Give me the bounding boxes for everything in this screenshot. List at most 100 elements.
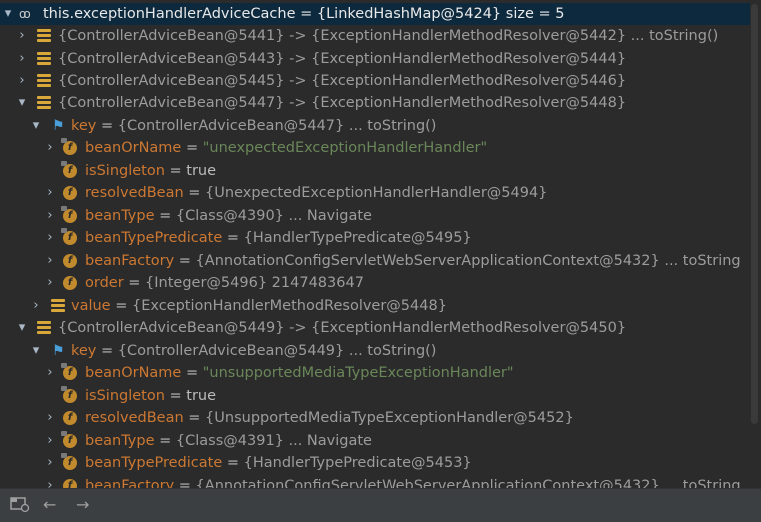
field-eq: = <box>185 140 199 156</box>
map-entry-row[interactable]: › {ControllerAdviceBean@5443} -> {Except… <box>0 48 750 70</box>
value-row[interactable]: › value = {ExceptionHandlerMethodResolve… <box>0 295 750 317</box>
entry-key: {ControllerAdviceBean@5441} <box>58 28 285 44</box>
field-value: {AnnotationConfigServletWebServerApplica… <box>195 253 660 269</box>
field-icon: f <box>61 138 77 155</box>
chevron-right-icon[interactable]: › <box>44 227 56 249</box>
field-value: {HandlerTypePredicate@5495} <box>243 230 472 246</box>
chevron-right-icon[interactable]: › <box>44 430 56 452</box>
entry-key: {ControllerAdviceBean@5449} <box>58 320 285 336</box>
chevron-right-icon[interactable]: › <box>30 295 42 317</box>
navigate-link[interactable]: ... Navigate <box>289 433 372 449</box>
field-value: {UnsupportedMediaTypeExceptionHandler@54… <box>205 410 574 426</box>
field-icon: f <box>61 431 77 448</box>
tostring-link[interactable]: ... toString <box>664 253 740 269</box>
chevron-right-icon[interactable]: › <box>44 452 56 474</box>
chevron-down-icon[interactable]: ▾ <box>16 92 28 114</box>
header-name: this.exceptionHandlerAdviceCache <box>43 6 296 22</box>
header-size: size = 5 <box>505 6 565 22</box>
chevron-down-icon[interactable]: ▾ <box>2 3 14 25</box>
vertical-scrollbar[interactable] <box>751 4 758 424</box>
chevron-right-icon[interactable]: › <box>16 25 28 47</box>
map-entry-icon <box>37 52 51 66</box>
arrow-left-icon[interactable]: ← <box>43 495 56 515</box>
bottom-toolbar: ← → <box>0 488 761 522</box>
chevron-right-icon[interactable]: › <box>44 137 56 159</box>
field-eq: = <box>159 433 172 449</box>
entry-key: {ControllerAdviceBean@5447} <box>58 95 285 111</box>
field-name: beanType <box>85 208 155 224</box>
field-row[interactable]: › f beanFactory = {AnnotationConfigServl… <box>0 475 750 488</box>
field-name: beanTypePredicate <box>85 455 223 471</box>
field-eq: = <box>185 365 199 381</box>
field-value: {Integer@5496} 2147483647 <box>145 275 364 291</box>
field-value: {ExceptionHandlerMethodResolver@5448} <box>131 298 447 314</box>
field-value: {AnnotationConfigServletWebServerApplica… <box>195 478 660 488</box>
field-eq: = <box>159 208 172 224</box>
field-row[interactable]: › f beanOrName = "unexpectedExceptionHan… <box>0 137 750 159</box>
entry-value: {ExceptionHandlerMethodResolver@5448} <box>311 95 627 111</box>
tostring-link[interactable]: ... toString() <box>349 118 437 134</box>
navigate-link[interactable]: ... Navigate <box>289 208 372 224</box>
field-icon: f <box>63 411 77 425</box>
tostring-link[interactable]: ... toString() <box>349 343 437 359</box>
field-value: {Class@4390} <box>175 208 284 224</box>
field-icon: f <box>63 276 77 290</box>
chevron-right-icon[interactable]: › <box>16 70 28 92</box>
chevron-down-icon[interactable]: ▾ <box>30 115 42 137</box>
chevron-right-icon[interactable]: › <box>44 272 56 294</box>
field-row[interactable]: › f beanOrName = "unsupportedMediaTypeEx… <box>0 362 750 384</box>
field-row[interactable]: › f beanFactory = {AnnotationConfigServl… <box>0 250 750 272</box>
field-eq: = <box>226 230 240 246</box>
chevron-right-icon[interactable]: › <box>44 205 56 227</box>
tostring-link[interactable]: ... toString() <box>631 28 719 44</box>
field-name: resolvedBean <box>85 185 184 201</box>
chevron-down-icon[interactable]: ▾ <box>30 340 42 362</box>
entry-arrow: -> <box>289 51 307 67</box>
field-name: resolvedBean <box>85 410 184 426</box>
field-eq: = <box>128 275 141 291</box>
entry-key: {ControllerAdviceBean@5445} <box>58 73 285 89</box>
field-name: beanOrName <box>85 365 182 381</box>
arrow-right-icon[interactable]: → <box>76 495 89 515</box>
map-entry-row[interactable]: ▾ {ControllerAdviceBean@5447} -> {Except… <box>0 92 750 114</box>
field-row[interactable]: › f beanType = {Class@4391} ... Navigate <box>0 430 750 452</box>
map-entry-icon <box>37 74 51 88</box>
map-entry-icon <box>37 96 51 110</box>
chevron-right-icon[interactable]: › <box>44 250 56 272</box>
entry-arrow: -> <box>289 95 307 111</box>
field-row[interactable]: › f beanType = {Class@4390} ... Navigate <box>0 205 750 227</box>
field-icon: f <box>63 479 77 488</box>
key-row[interactable]: ▾ ⚑ key = {ControllerAdviceBean@5447} ..… <box>0 115 750 137</box>
field-row[interactable]: › f beanTypePredicate = {HandlerTypePred… <box>0 452 750 474</box>
entry-arrow: -> <box>289 28 307 44</box>
map-entry-row[interactable]: › {ControllerAdviceBean@5445} -> {Except… <box>0 70 750 92</box>
header-row[interactable]: ▾ oo this.exceptionHandlerAdviceCache = … <box>0 3 750 25</box>
chevron-right-icon[interactable]: › <box>44 407 56 429</box>
field-value: {UnexpectedExceptionHandlerHandler@5494} <box>205 185 548 201</box>
entry-arrow: -> <box>289 320 307 336</box>
chevron-right-icon[interactable]: › <box>44 182 56 204</box>
field-name: order <box>85 275 124 291</box>
field-name: beanFactory <box>85 253 175 269</box>
chevron-right-icon[interactable]: › <box>44 362 56 384</box>
field-row[interactable]: f isSingleton = true <box>0 385 750 407</box>
chevron-right-icon[interactable]: › <box>44 475 56 488</box>
tostring-link[interactable]: ... toString <box>664 478 740 488</box>
key-row[interactable]: ▾ ⚑ key = {ControllerAdviceBean@5449} ..… <box>0 340 750 362</box>
chevron-down-icon[interactable]: ▾ <box>16 317 28 339</box>
field-icon: f <box>61 161 77 178</box>
field-row[interactable]: › f resolvedBean = {UnsupportedMediaType… <box>0 407 750 429</box>
layout-settings-icon[interactable] <box>10 495 30 515</box>
field-icon: f <box>61 363 77 380</box>
field-icon: f <box>61 206 77 223</box>
chevron-right-icon[interactable]: › <box>16 48 28 70</box>
field-row[interactable]: › f resolvedBean = {UnexpectedExceptionH… <box>0 182 750 204</box>
field-row[interactable]: › f order = {Integer@5496} 2147483647 <box>0 272 750 294</box>
field-row[interactable]: › f beanTypePredicate = {HandlerTypePred… <box>0 227 750 249</box>
field-name: key <box>71 343 97 359</box>
field-value: "unsupportedMediaTypeExceptionHandler" <box>202 365 514 381</box>
field-eq: = <box>169 163 182 179</box>
field-row[interactable]: f isSingleton = true <box>0 160 750 182</box>
map-entry-row[interactable]: ▾ {ControllerAdviceBean@5449} -> {Except… <box>0 317 750 339</box>
map-entry-row[interactable]: › {ControllerAdviceBean@5441} -> {Except… <box>0 25 750 47</box>
